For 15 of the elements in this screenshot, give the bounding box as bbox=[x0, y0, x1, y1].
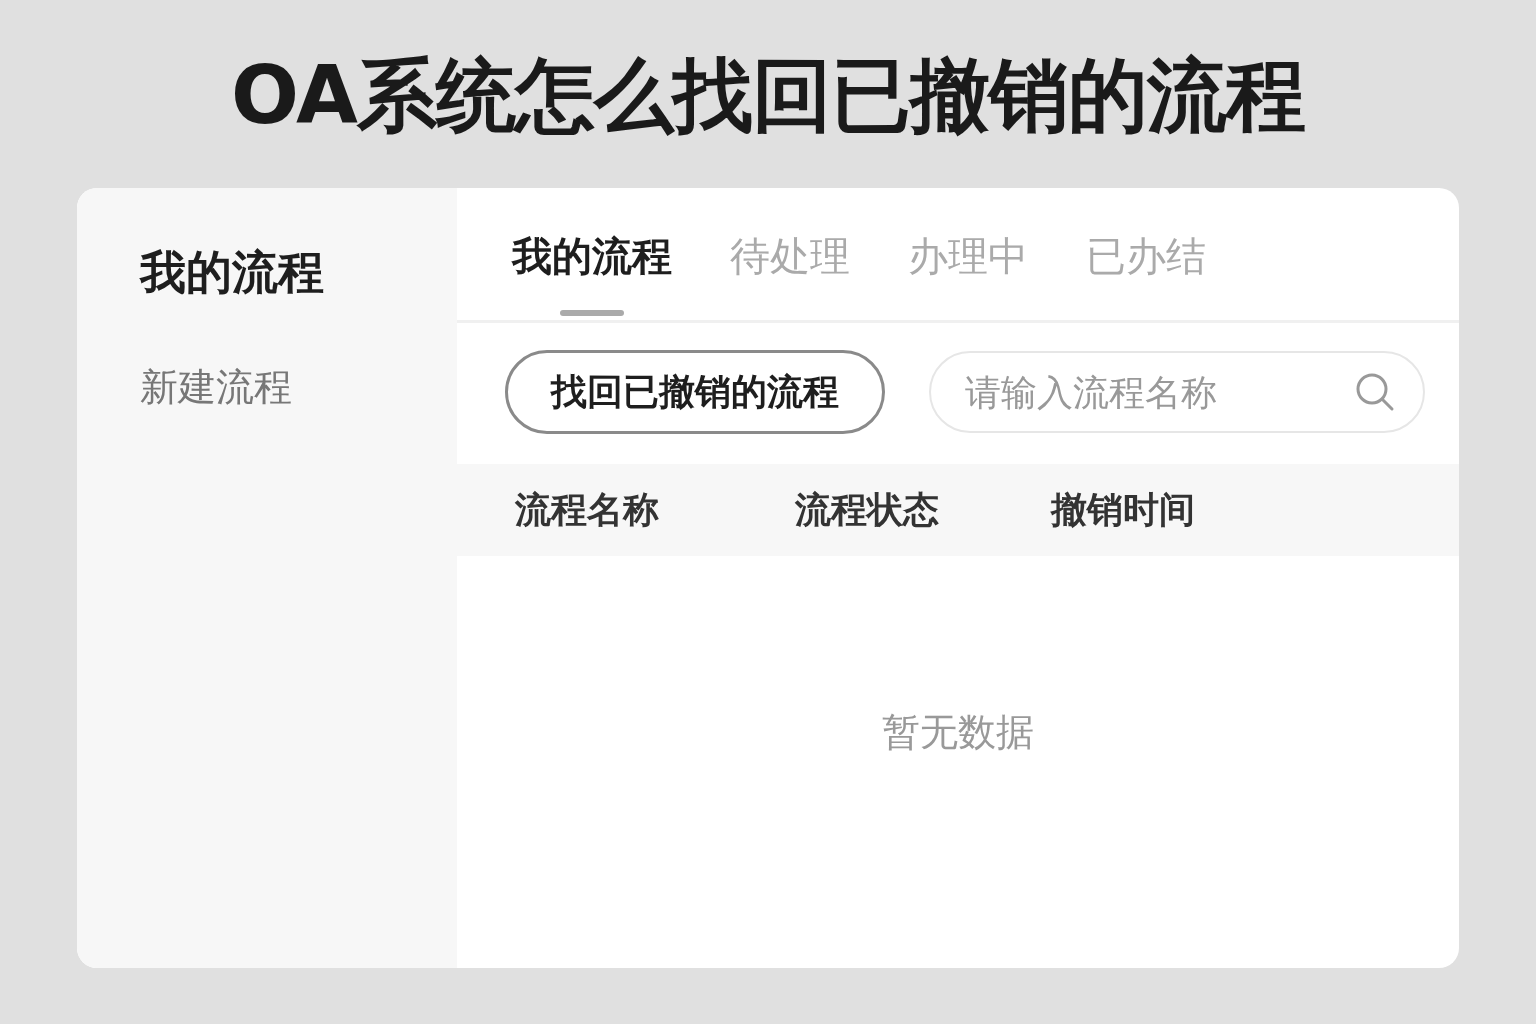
tab[interactable]: 我的流程 bbox=[512, 228, 672, 284]
tab[interactable]: 待处理 bbox=[730, 228, 850, 284]
column-header: 流程状态 bbox=[795, 488, 940, 532]
sidebar-item[interactable]: 新建流程 bbox=[140, 359, 292, 416]
column-header: 流程名称 bbox=[515, 488, 660, 532]
tab[interactable]: 已办结 bbox=[1086, 228, 1206, 284]
sidebar-title: 我的流程 bbox=[140, 244, 325, 301]
page-title: OA系统怎么找回已撤销的流程 bbox=[230, 48, 1306, 144]
active-tab-indicator bbox=[560, 310, 624, 316]
column-header: 撤销时间 bbox=[1051, 488, 1196, 532]
search-field[interactable]: 请输入流程名称 bbox=[929, 351, 1425, 433]
tab[interactable]: 办理中 bbox=[908, 228, 1028, 284]
search-icon[interactable] bbox=[1355, 372, 1395, 412]
empty-message: 暂无数据 bbox=[882, 708, 1034, 756]
restore-button[interactable]: 找回已撤销的流程 bbox=[505, 350, 885, 434]
